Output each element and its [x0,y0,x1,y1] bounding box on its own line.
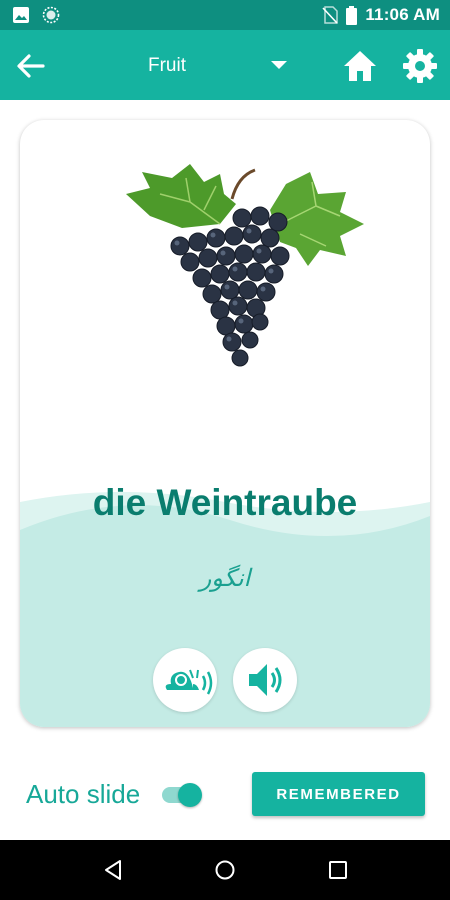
status-bar: 11:06 AM [0,0,450,30]
image-icon [13,7,29,23]
speaker-icon [249,664,282,696]
app-bar: Fruit [0,30,450,100]
grapes-icon [126,164,364,367]
auto-slide-label: Auto slide [26,779,141,809]
category-dropdown[interactable]: Fruit [110,30,300,100]
battery-icon [346,5,358,25]
nav-home-icon[interactable] [213,858,237,882]
flashcard[interactable]: die Weintraube انگور [20,120,430,727]
back-arrow-icon[interactable] [14,50,46,82]
slow-audio-button[interactable] [153,648,217,712]
home-icon[interactable] [342,48,378,84]
status-time: 11:06 AM [365,5,440,24]
nav-back-icon[interactable] [101,858,125,882]
snail-icon [165,669,213,695]
nav-recents-icon[interactable] [326,858,350,882]
toggle-thumb [178,783,202,807]
no-sim-icon [322,6,339,24]
sync-icon [42,6,60,24]
auto-slide-toggle[interactable] [160,782,204,808]
dropdown-caret-icon [271,61,287,69]
gear-icon[interactable] [402,48,438,84]
system-nav-bar [0,840,450,900]
remembered-button[interactable]: REMEMBERED [252,772,425,816]
card-wave-background [20,492,430,727]
word-text: die Weintraube [92,482,358,523]
play-audio-button[interactable] [233,648,297,712]
translation-text: انگور [199,564,251,592]
category-label: Fruit [148,55,186,76]
